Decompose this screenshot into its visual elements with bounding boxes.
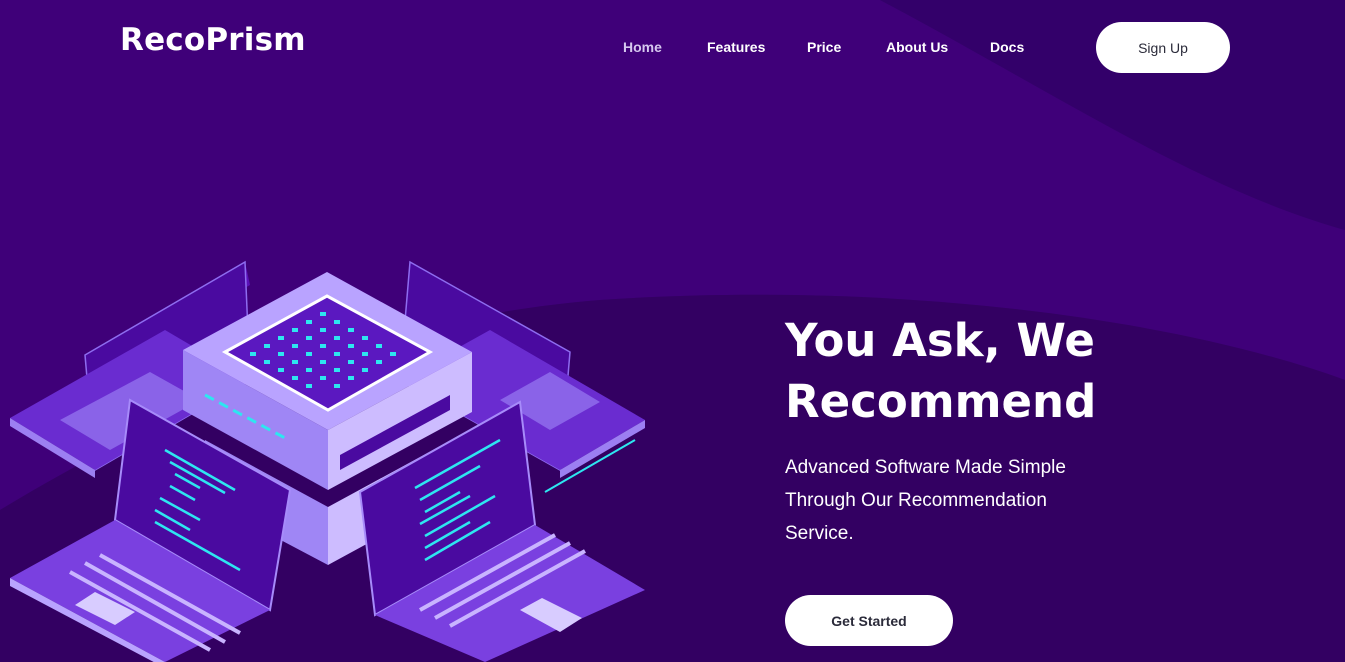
nav-item-home[interactable]: Home [623, 39, 662, 55]
server-laptops-illustration [10, 260, 645, 662]
hero-subtitle-line-3: Service. [785, 523, 854, 544]
nav-item-price[interactable]: Price [807, 39, 841, 55]
hero-title: You Ask, We Recommend [785, 310, 1205, 432]
nav-item-features[interactable]: Features [707, 39, 765, 55]
nav-item-docs[interactable]: Docs [990, 39, 1024, 55]
hero-subtitle-line-2: Through Our Recommendation [785, 490, 1047, 511]
nav-item-about-us[interactable]: About Us [886, 39, 948, 55]
brand-logo[interactable]: RecoPrism [120, 22, 306, 58]
get-started-button[interactable]: Get Started [785, 595, 953, 646]
hero-subtitle: Advanced Software Made Simple Through Ou… [785, 451, 1105, 550]
sign-up-button[interactable]: Sign Up [1096, 22, 1230, 73]
hero-title-line-1: You Ask, We [785, 314, 1095, 367]
hero-title-line-2: Recommend [785, 375, 1097, 428]
hero-subtitle-line-1: Advanced Software Made Simple [785, 457, 1066, 478]
